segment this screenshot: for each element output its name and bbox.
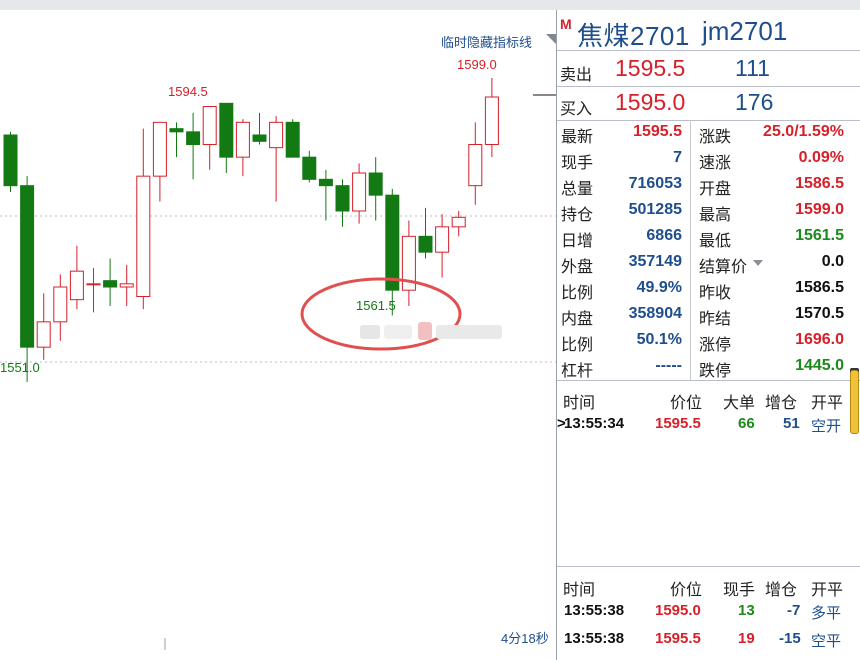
candle-up[interactable] (269, 121, 284, 149)
divider (557, 566, 860, 567)
candle-up[interactable] (235, 121, 250, 158)
candle-up[interactable] (119, 283, 134, 288)
stat-left-6: 比例 49.9% (561, 279, 682, 302)
settle-dropdown-icon[interactable] (753, 260, 763, 266)
contract-code[interactable]: jm2701 (702, 16, 787, 47)
candle-down[interactable] (285, 121, 300, 158)
buy-volume: 176 (735, 89, 774, 115)
candle-up[interactable] (86, 283, 101, 286)
countdown-label: 4分18秒 (501, 631, 549, 646)
stat-right-6: 昨收 1586.5 (699, 279, 844, 302)
quote-panel: M 焦煤2701 jm2701 卖出 1595.5 111 买入 1595.0 … (557, 10, 860, 660)
candle-down[interactable] (186, 131, 201, 146)
candle-up[interactable] (136, 175, 151, 298)
stat-left-9: 杠杆 ----- (561, 357, 682, 380)
big-order-row[interactable]: > 13:55:34 1595.5 66 51 空开 (557, 411, 860, 437)
buy-price: 1595.0 (615, 89, 686, 115)
candle-up[interactable] (451, 216, 466, 228)
sell-row[interactable]: 卖出 1595.5 111 (557, 52, 860, 86)
tick-row[interactable]: 13:55:38 1595.0 13 -7 多平 (557, 598, 860, 624)
stats-column-divider (690, 120, 691, 380)
candlestick-chart[interactable]: 临时隐藏指标线 1594.5 1599.0 1561.5 1551.0 4分18… (0, 10, 556, 660)
stat-left-5: 外盘 357149 (561, 253, 682, 276)
candle-down[interactable] (169, 128, 184, 133)
candle-down[interactable] (302, 156, 317, 180)
sell-price: 1595.5 (615, 55, 686, 81)
stat-left-3: 持仓 501285 (561, 201, 682, 224)
stat-left-2: 总量 716053 (561, 175, 682, 198)
divider (557, 380, 860, 381)
candle-up[interactable] (69, 270, 84, 301)
sell-volume: 111 (735, 55, 770, 81)
buy-label: 买入 (560, 101, 593, 118)
candle-up[interactable] (202, 106, 217, 145)
candle-down[interactable] (219, 102, 234, 158)
stat-right-9: 跌停 1445.0 (699, 357, 844, 380)
low-price-label: 1561.5 (356, 298, 396, 313)
candle-down[interactable] (252, 134, 267, 142)
candle-up[interactable] (484, 96, 499, 145)
stat-left-1: 现手 7 (561, 149, 682, 172)
divider (557, 50, 860, 51)
stat-right-3: 最高 1599.0 (699, 201, 844, 224)
stat-right-8: 涨停 1696.0 (699, 331, 844, 354)
candle-up[interactable] (53, 286, 68, 323)
candle-down[interactable] (418, 235, 433, 253)
stat-left-0: 最新 1595.5 (561, 123, 682, 146)
candle-down[interactable] (335, 185, 350, 212)
candle-down[interactable] (368, 172, 383, 196)
stat-right-0: 涨跌 25.0/1.59% (699, 123, 844, 146)
buy-row[interactable]: 买入 1595.0 176 (557, 86, 860, 120)
top-bar (0, 0, 860, 10)
stat-right-7: 昨结 1570.5 (699, 305, 844, 328)
candle-up[interactable] (435, 226, 450, 253)
high2-price-label: 1599.0 (457, 57, 497, 72)
contract-header: M 焦煤2701 jm2701 (557, 10, 860, 53)
stat-right-1: 速涨 0.09% (699, 149, 844, 172)
stat-left-7: 内盘 358904 (561, 305, 682, 328)
big-order-header: 时间 价位 大单 增仓 开平 (563, 395, 844, 412)
candlestick-svg[interactable]: 临时隐藏指标线 1594.5 1599.0 1561.5 1551.0 4分18… (0, 10, 556, 660)
hide-indicator-label[interactable]: 临时隐藏指标线 (441, 35, 532, 50)
stat-right-5[interactable]: 结算价 0.0 (695, 250, 852, 276)
candle-down[interactable] (318, 178, 333, 187)
tick-header: 时间 价位 现手 增仓 开平 (563, 582, 844, 599)
tick-row[interactable]: 13:55:38 1595.5 19 -15 空平 (557, 626, 860, 652)
candle-down[interactable] (3, 134, 18, 187)
candle-up[interactable] (468, 144, 483, 187)
candle-up[interactable] (36, 321, 51, 348)
corner-triangle-icon (546, 34, 556, 44)
annotation-ellipse (300, 277, 462, 351)
sell-label: 卖出 (560, 67, 593, 84)
stat-left-8: 比例 50.1% (561, 331, 682, 354)
blurred-annotation-text (360, 322, 502, 340)
contract-name[interactable]: 焦煤2701 (577, 16, 690, 53)
stat-left-4: 日增 6866 (561, 227, 682, 250)
candle-up[interactable] (352, 172, 367, 212)
candle-up[interactable] (152, 121, 167, 177)
stat-right-2: 开盘 1586.5 (699, 175, 844, 198)
left-low-price-label: 1551.0 (0, 360, 40, 375)
candle-down[interactable] (385, 194, 400, 291)
market-badge: M (560, 16, 572, 32)
high-price-label: 1594.5 (168, 84, 208, 99)
candle-down[interactable] (20, 185, 35, 348)
candle-down[interactable] (103, 280, 118, 288)
stat-right-4: 最低 1561.5 (699, 227, 844, 250)
